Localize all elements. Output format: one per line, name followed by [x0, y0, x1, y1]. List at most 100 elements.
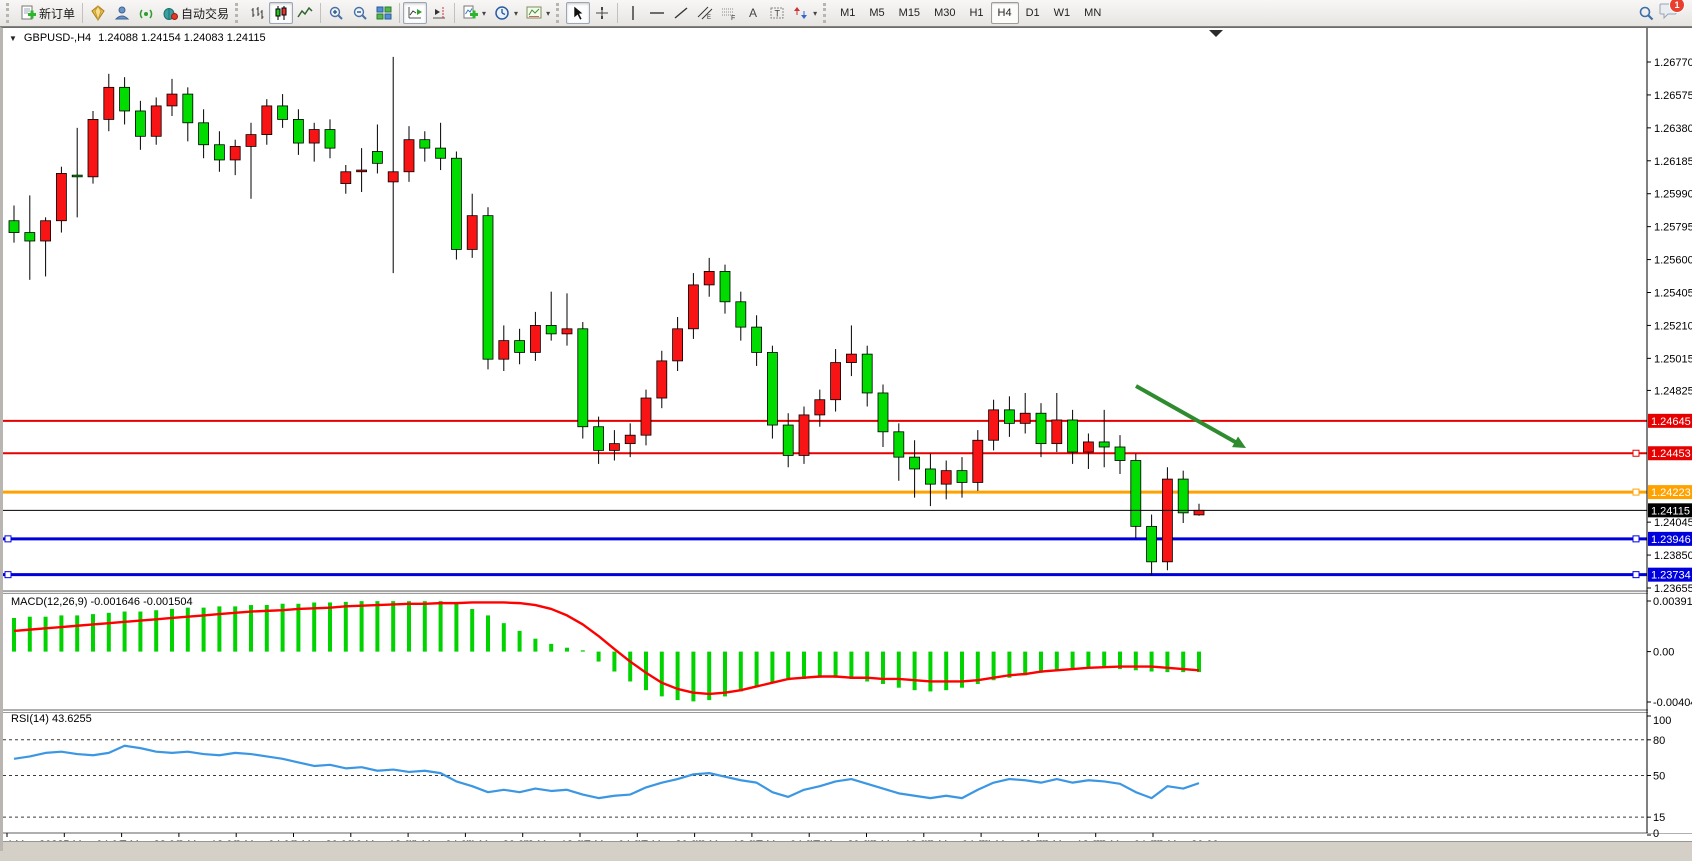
cursor-icon — [570, 5, 586, 21]
zoom-out-button[interactable] — [348, 2, 372, 24]
timeframe-button-m5[interactable]: M5 — [862, 2, 891, 24]
toolbar-grip[interactable] — [556, 3, 562, 23]
signal-button[interactable] — [134, 2, 158, 24]
timeframe-button-h4[interactable]: H4 — [991, 2, 1019, 24]
timeframe-button-m30[interactable]: M30 — [927, 2, 962, 24]
candle — [973, 440, 983, 482]
candle — [941, 471, 951, 485]
auto-trading-button[interactable]: 自动交易 — [158, 2, 233, 24]
candlestick-button[interactable] — [269, 2, 293, 24]
price-tag-1.24223: 1.24223 — [1648, 485, 1692, 499]
svg-text:1.25015: 1.25015 — [1654, 353, 1692, 365]
text-button[interactable]: A — [741, 2, 765, 24]
chart-shift-icon — [431, 5, 447, 21]
templates-button[interactable]: ▾ — [522, 2, 554, 24]
chevron-down-icon: ▾ — [514, 9, 518, 18]
candle — [199, 123, 209, 145]
timeframe-button-m1[interactable]: M1 — [833, 2, 862, 24]
zoom-in-button[interactable] — [324, 2, 348, 24]
svg-text:F: F — [731, 15, 735, 21]
new-order-button[interactable]: 新订单 — [16, 2, 79, 24]
trader-button[interactable] — [110, 2, 134, 24]
chart-canvas[interactable]: MACD(12,26,9) -0.001646 -0.001504RSI(14)… — [3, 28, 1692, 851]
candle — [894, 432, 904, 457]
svg-text:1.24645: 1.24645 — [1651, 416, 1691, 428]
candle — [1194, 510, 1204, 515]
svg-text:1.23850: 1.23850 — [1654, 550, 1692, 562]
chart-shift-button[interactable] — [427, 2, 451, 24]
candle — [357, 170, 367, 172]
timeframe-button-mn[interactable]: MN — [1077, 2, 1108, 24]
indicators-button[interactable]: ▾ — [458, 2, 490, 24]
gold-gem-button[interactable] — [86, 2, 110, 24]
timeframe-button-w1[interactable]: W1 — [1047, 2, 1078, 24]
price-tag-1.24115: 1.24115 — [1648, 503, 1692, 517]
candle — [341, 172, 351, 184]
candle — [120, 87, 130, 111]
candle — [325, 130, 335, 149]
trendline-icon — [673, 5, 689, 21]
candle — [957, 471, 967, 483]
candle — [246, 135, 256, 147]
candle — [499, 341, 509, 360]
fibonacci-button[interactable]: F — [717, 2, 741, 24]
macd-label: MACD(12,26,9) -0.001646 -0.001504 — [11, 596, 193, 608]
periods-button[interactable]: ▾ — [490, 2, 522, 24]
cursor-button[interactable] — [566, 2, 590, 24]
candle — [925, 469, 935, 484]
candle — [688, 285, 698, 329]
chart-shift-marker[interactable] — [1209, 30, 1223, 37]
mt4-terminal: { "window":{ "symbol_label":"GBPUSD-,H4"… — [0, 0, 1692, 861]
channel-button[interactable]: E — [693, 2, 717, 24]
toolbar-grip[interactable] — [235, 3, 241, 23]
candle — [515, 341, 525, 353]
timeframe-button-h1[interactable]: H1 — [962, 2, 990, 24]
candle — [1004, 410, 1014, 424]
candle — [1068, 420, 1078, 452]
trend-arrow[interactable] — [1136, 386, 1239, 444]
search-button[interactable] — [1634, 2, 1659, 24]
tile-windows-button[interactable] — [372, 2, 396, 24]
candle — [1178, 479, 1188, 513]
candle — [1099, 442, 1109, 447]
svg-text:1.25795: 1.25795 — [1654, 222, 1692, 234]
candle — [989, 410, 999, 440]
new-order-icon — [20, 5, 36, 21]
candle — [1162, 479, 1172, 562]
svg-text:100: 100 — [1653, 715, 1671, 727]
trendline-button[interactable] — [669, 2, 693, 24]
candle — [704, 271, 714, 285]
toolbar-grip[interactable] — [6, 3, 12, 23]
chat-button[interactable]: 1 — [1659, 2, 1678, 24]
toolbar-grip[interactable] — [823, 3, 829, 23]
vertical-line-button[interactable] — [621, 2, 645, 24]
chevron-down-icon[interactable]: ▼ — [9, 34, 17, 43]
toolbar-separator — [82, 3, 83, 23]
candle — [578, 329, 588, 427]
bar-chart-button[interactable] — [245, 2, 269, 24]
timeframe-button-m15[interactable]: M15 — [892, 2, 927, 24]
candle — [657, 361, 667, 398]
candle — [673, 329, 683, 361]
svg-text:0.00: 0.00 — [1653, 647, 1674, 659]
arrows-button[interactable]: ▾ — [789, 2, 821, 24]
horizontal-line-button[interactable] — [645, 2, 669, 24]
arrows-icon — [793, 5, 809, 21]
timeframe-button-d1[interactable]: D1 — [1019, 2, 1047, 24]
horizontal-lines-layer — [3, 421, 1647, 578]
text-label-button[interactable]: T — [765, 2, 789, 24]
search-icon — [1638, 5, 1655, 22]
crosshair-button[interactable] — [590, 2, 614, 24]
line-chart-button[interactable] — [293, 2, 317, 24]
candle — [846, 354, 856, 362]
candle — [88, 119, 98, 176]
timeframe-bar: M1M5M15M30H1H4D1W1MN — [833, 2, 1108, 24]
svg-text:1.26185: 1.26185 — [1654, 156, 1692, 168]
candle — [1083, 442, 1093, 452]
candle — [831, 363, 841, 400]
ohlc-values: 1.24088 1.24154 1.24083 1.24115 — [98, 32, 265, 44]
macd-layer — [14, 601, 1199, 701]
svg-text:-0.004049: -0.004049 — [1653, 697, 1692, 709]
candle — [799, 415, 809, 456]
auto-scroll-button[interactable] — [403, 2, 427, 24]
